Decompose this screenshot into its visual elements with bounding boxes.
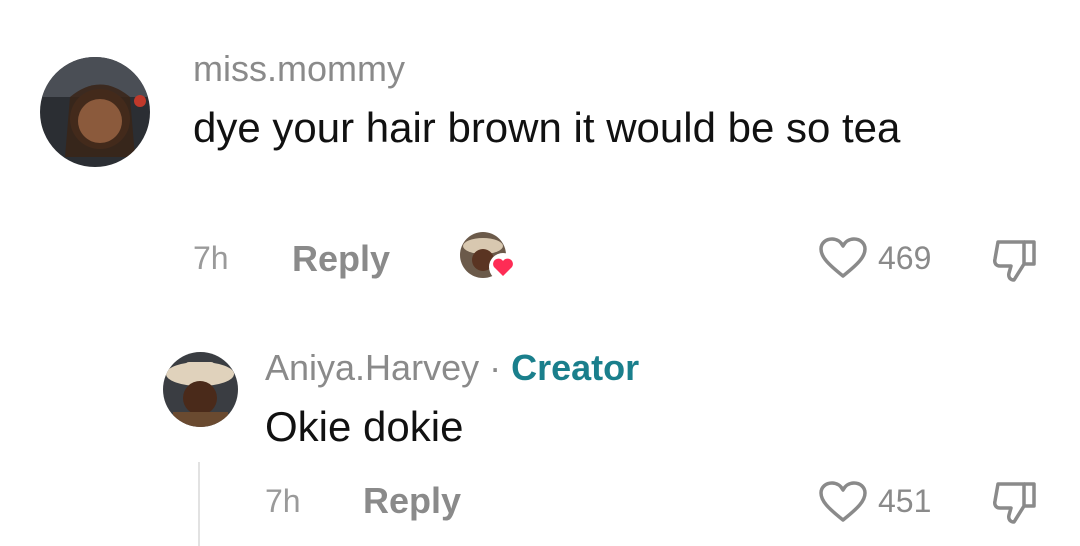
creator-badge: Creator bbox=[511, 347, 640, 388]
reply-author-avatar-image bbox=[163, 352, 238, 427]
reply-dislike-button[interactable] bbox=[990, 478, 1040, 528]
commenter-avatar[interactable] bbox=[40, 57, 150, 167]
reply-author-username[interactable]: Aniya.Harvey bbox=[265, 347, 479, 388]
reply-reply-button[interactable]: Reply bbox=[363, 480, 461, 522]
comment-text: dye your hair brown it would be so tea bbox=[193, 104, 901, 151]
reply-author-avatar[interactable] bbox=[163, 352, 238, 427]
heart-outline-icon bbox=[819, 237, 867, 278]
comment-like-count: 469 bbox=[878, 240, 932, 276]
comment-reply-button[interactable]: Reply bbox=[292, 238, 390, 280]
heart-outline-icon bbox=[819, 481, 867, 522]
creator-liked-badge-icon bbox=[489, 253, 517, 281]
reply-author-header: Aniya.Harvey · Creator bbox=[265, 347, 639, 389]
reply-text: Okie dokie bbox=[265, 403, 464, 450]
reply-like-count: 451 bbox=[878, 483, 932, 519]
username-separator: · bbox=[489, 347, 502, 388]
reply-like-button[interactable] bbox=[818, 480, 868, 524]
comment-like-button[interactable] bbox=[818, 236, 868, 280]
commenter-username[interactable]: miss.mommy bbox=[193, 48, 405, 90]
reply-timestamp: 7h bbox=[265, 483, 301, 519]
comment-dislike-button[interactable] bbox=[990, 236, 1040, 286]
thumbs-down-icon bbox=[993, 482, 1036, 524]
thumbs-down-icon bbox=[993, 240, 1036, 282]
creator-liked-badge bbox=[460, 232, 520, 282]
thread-line bbox=[198, 462, 200, 546]
comment-timestamp: 7h bbox=[193, 240, 229, 276]
commenter-avatar-image bbox=[40, 57, 150, 167]
